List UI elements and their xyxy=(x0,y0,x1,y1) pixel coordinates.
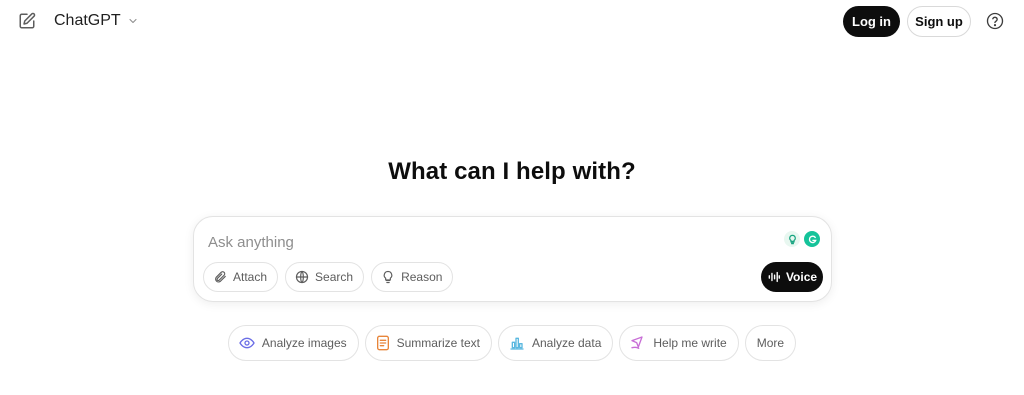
prompt-input[interactable] xyxy=(208,231,768,253)
model-name: ChatGPT xyxy=(54,12,121,29)
help-icon xyxy=(986,12,1004,30)
attach-label: Attach xyxy=(233,270,268,284)
document-icon xyxy=(376,335,389,351)
help-button[interactable] xyxy=(980,6,1010,36)
chevron-down-icon xyxy=(129,18,137,24)
suggestion-label: Help me write xyxy=(653,336,727,350)
eye-icon xyxy=(239,337,255,349)
suggestion-analyze-images[interactable]: Analyze images xyxy=(227,325,359,361)
suggestion-more[interactable]: More xyxy=(744,325,797,361)
signup-button[interactable]: Sign up xyxy=(907,6,971,37)
edit-icon xyxy=(19,12,36,29)
globe-icon xyxy=(295,270,309,284)
voice-waveform-icon xyxy=(768,271,780,283)
bar-chart-icon xyxy=(510,337,524,350)
lightbulb-icon xyxy=(383,270,393,284)
suggestion-label: More xyxy=(756,336,785,350)
suggestion-summarize-text[interactable]: Summarize text xyxy=(364,325,492,361)
paperclip-icon xyxy=(215,271,226,283)
attach-button[interactable]: Attach xyxy=(203,262,279,292)
pen-icon xyxy=(631,336,644,349)
extension-icons xyxy=(784,231,820,247)
suggestion-analyze-data[interactable]: Analyze data xyxy=(497,325,614,361)
search-label: Search xyxy=(315,270,354,284)
composer-tools: Attach Search Reason xyxy=(203,262,454,292)
lightbulb-extension-icon[interactable] xyxy=(784,231,800,247)
suggestion-chips: Analyze images Summarize text Analyze da… xyxy=(0,325,1024,361)
reason-button[interactable]: Reason xyxy=(371,262,454,292)
chatgpt-home: ChatGPT Log in Sign up What can I help w… xyxy=(0,0,1024,395)
page-title: What can I help with? xyxy=(388,158,636,185)
prompt-composer: Attach Search Reason xyxy=(193,216,832,302)
reason-label: Reason xyxy=(401,270,443,284)
model-selector[interactable]: ChatGPT xyxy=(48,6,145,36)
suggestion-label: Analyze images xyxy=(261,336,347,350)
login-button[interactable]: Log in xyxy=(843,6,900,37)
voice-button[interactable]: Voice xyxy=(761,262,823,292)
suggestion-label: Analyze data xyxy=(531,336,602,350)
top-bar: ChatGPT Log in Sign up xyxy=(0,0,1024,42)
new-chat-button[interactable] xyxy=(12,6,42,36)
search-button[interactable]: Search xyxy=(285,262,365,292)
suggestion-help-me-write[interactable]: Help me write xyxy=(619,325,739,361)
suggestion-label: Summarize text xyxy=(396,336,480,350)
grammarly-icon[interactable] xyxy=(804,231,820,247)
voice-label: Voice xyxy=(785,270,818,284)
